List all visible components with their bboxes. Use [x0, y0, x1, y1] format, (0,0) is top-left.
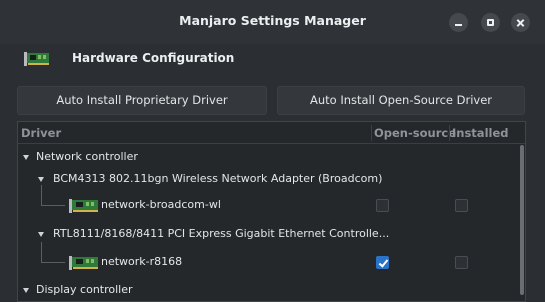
expand-arrow-icon[interactable] — [23, 288, 29, 293]
tree-row-device[interactable]: RTL8111/8168/8411 PCI Express Gigabit Et… — [18, 222, 518, 247]
tree-header: Driver Open-source Installed — [18, 122, 525, 144]
column-header-installed[interactable]: Installed — [452, 126, 508, 140]
category-label: Display controller — [36, 283, 133, 296]
maximize-icon — [487, 19, 494, 26]
expand-arrow-icon[interactable] — [38, 177, 44, 182]
expand-arrow-icon[interactable] — [38, 232, 44, 237]
network-card-icon — [69, 199, 99, 216]
tree-row-device[interactable]: BCM4313 802.11bgn Wireless Network Adapt… — [18, 167, 518, 192]
title-bar: Manjaro Settings Manager — [0, 0, 545, 44]
tree-row-driver[interactable]: network-broadcom-wl — [18, 185, 518, 218]
category-label: Network controller — [36, 150, 138, 163]
column-header-open-source[interactable]: Open-source — [374, 126, 456, 140]
minimize-icon — [455, 24, 462, 26]
minimize-button[interactable] — [449, 13, 468, 32]
device-label: BCM4313 802.11bgn Wireless Network Adapt… — [53, 172, 383, 185]
maximize-button[interactable] — [481, 13, 500, 32]
open-source-checkbox[interactable] — [376, 256, 389, 269]
tree-row-driver[interactable]: network-r8168 — [18, 242, 518, 275]
auto-install-open-source-button[interactable]: Auto Install Open-Source Driver — [277, 86, 525, 115]
driver-label: network-broadcom-wl — [101, 198, 221, 211]
auto-install-proprietary-button[interactable]: Auto Install Proprietary Driver — [17, 86, 267, 115]
installed-checkbox[interactable] — [455, 199, 468, 212]
vertical-scrollbar[interactable] — [520, 145, 524, 295]
section-heading: Hardware Configuration — [72, 51, 235, 65]
tree-row-category[interactable]: Display controller — [18, 278, 518, 301]
column-header-driver[interactable]: Driver — [21, 126, 61, 140]
close-button[interactable] — [511, 13, 530, 32]
network-card-icon — [69, 256, 99, 273]
expand-arrow-icon[interactable] — [23, 155, 29, 160]
driver-tree[interactable]: Driver Open-source Installed Network con… — [17, 121, 526, 302]
device-label: RTL8111/8168/8411 PCI Express Gigabit Et… — [53, 227, 390, 240]
driver-label: network-r8168 — [101, 255, 183, 268]
installed-checkbox[interactable] — [455, 256, 468, 269]
open-source-checkbox[interactable] — [376, 199, 389, 212]
hardware-card-icon — [24, 52, 50, 69]
